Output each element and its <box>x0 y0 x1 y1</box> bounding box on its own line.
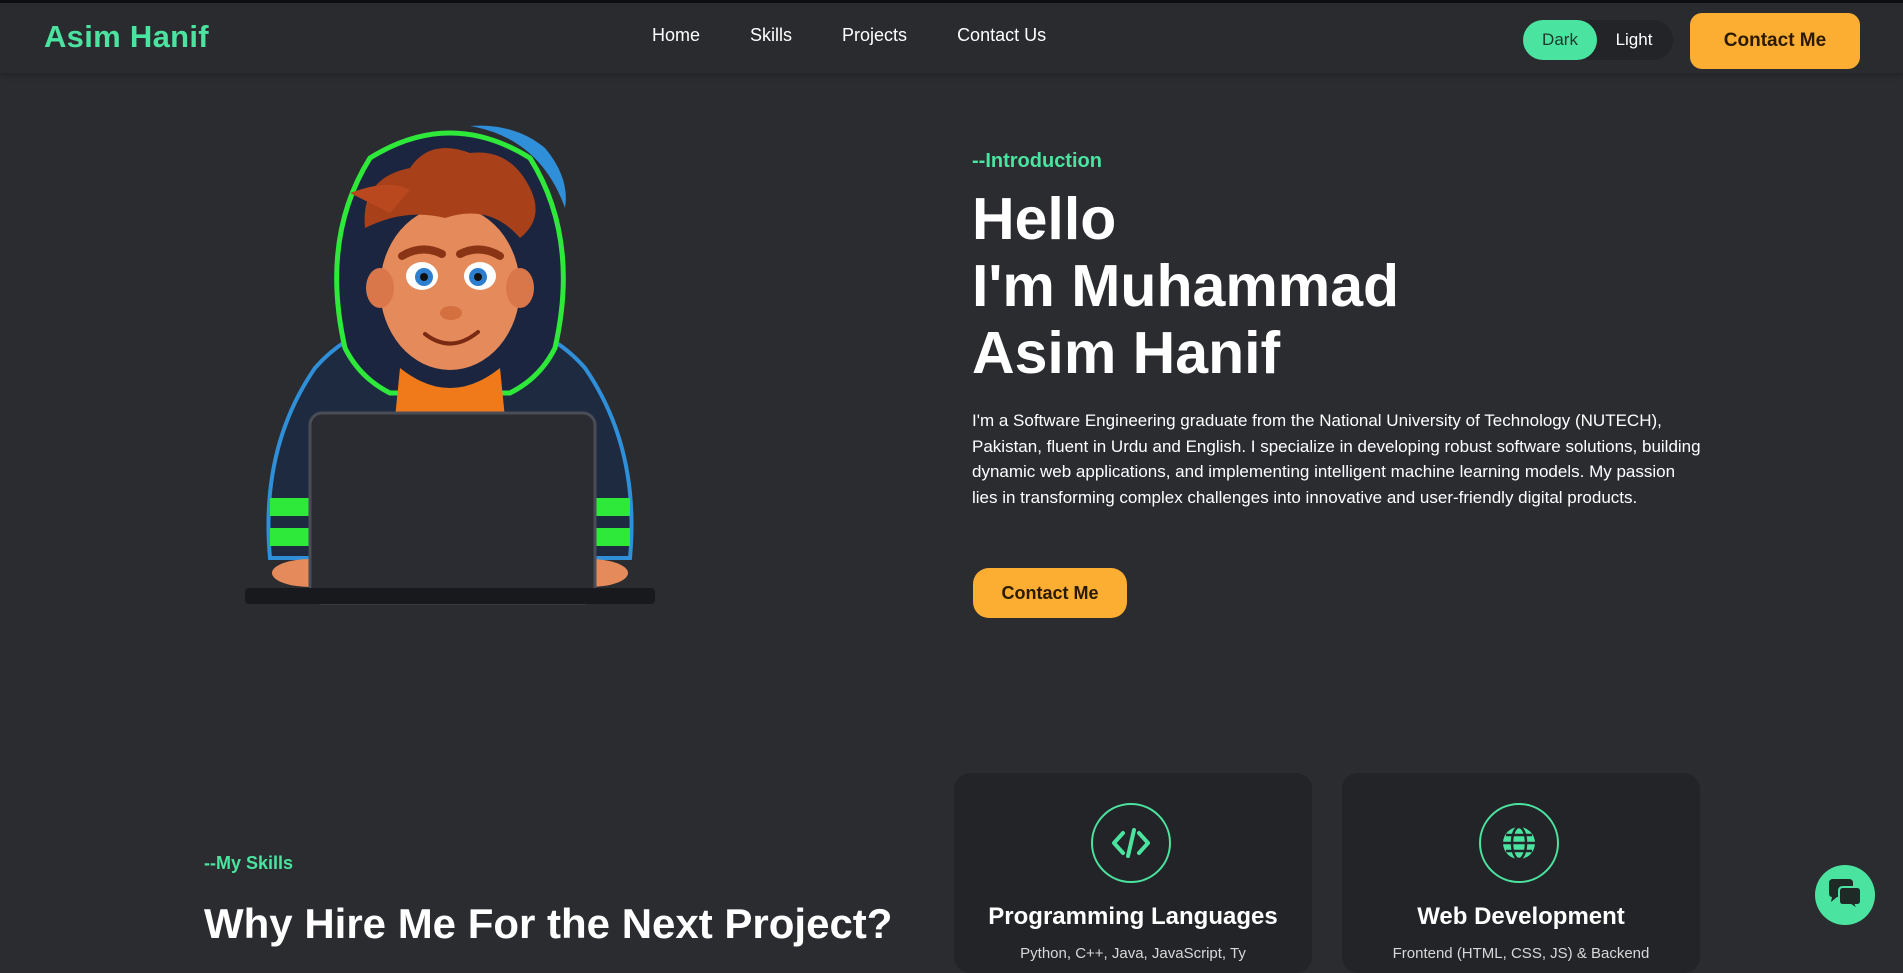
hero-title: Hello I'm Muhammad Asim Hanif <box>972 186 1672 387</box>
skills-title: Why Hire Me For the Next Project? <box>204 900 893 947</box>
navbar: Asim Hanif Home Skills Projects Contact … <box>0 3 1903 73</box>
skill-card-title: Programming Languages <box>988 903 1278 930</box>
hero-contact-button[interactable]: Contact Me <box>973 568 1127 618</box>
main-nav: Home Skills Projects Contact Us <box>652 25 1096 46</box>
theme-light-option[interactable]: Light <box>1597 20 1671 60</box>
hero-title-line: Hello <box>972 186 1117 252</box>
avatar-with-laptop-illustration <box>240 118 660 608</box>
hero-title-line: I'm Muhammad <box>972 253 1400 319</box>
chat-bubbles-icon <box>1829 879 1862 913</box>
chat-button[interactable] <box>1815 865 1875 925</box>
site-logo[interactable]: Asim Hanif <box>44 19 209 55</box>
nav-link-contact-us[interactable]: Contact Us <box>957 25 1046 46</box>
theme-toggle: Dark Light <box>1523 20 1673 60</box>
globe-icon <box>1479 803 1559 883</box>
nav-link-projects[interactable]: Projects <box>842 25 907 46</box>
code-icon <box>1091 803 1171 883</box>
skill-card-web-development: Web Development Frontend (HTML, CSS, JS)… <box>1342 773 1700 973</box>
header-contact-button[interactable]: Contact Me <box>1690 13 1860 69</box>
hero-description: I'm a Software Engineering graduate from… <box>972 411 1701 507</box>
skill-card-programming: Programming Languages Python, C++, Java,… <box>954 773 1312 973</box>
skills-label: --My Skills <box>204 853 294 873</box>
theme-dark-option[interactable]: Dark <box>1523 20 1597 60</box>
hero-title-line: Asim Hanif <box>972 320 1281 386</box>
nav-link-skills[interactable]: Skills <box>750 25 792 46</box>
intro-label: --Introduction <box>972 150 1102 172</box>
skill-card-title: Web Development <box>1417 903 1625 930</box>
nav-link-home[interactable]: Home <box>652 25 700 46</box>
